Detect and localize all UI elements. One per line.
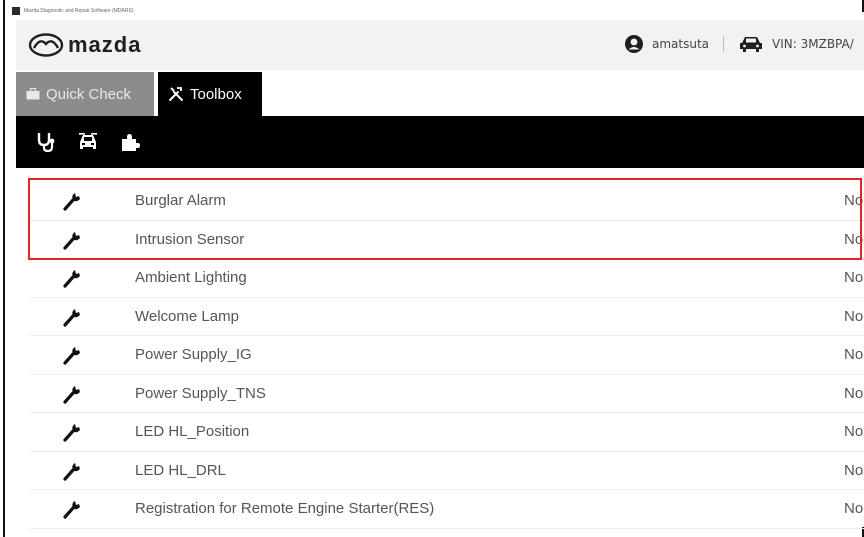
tab-quick-check[interactable]: Quick Check [16,72,154,116]
wrench-icon [63,270,80,288]
function-status: No [844,346,864,364]
function-label: Ambient Lighting [135,269,247,287]
window-title: Mazda Diagnostic and Repair Software (MD… [24,8,134,14]
frame-edge [3,0,5,537]
list-item[interactable]: Ambient Lighting No [30,259,864,298]
window-titlebar: Mazda Diagnostic and Repair Software (MD… [12,4,134,18]
username: amatsuta [652,37,710,51]
tab-label: Quick Check [46,85,132,103]
divider [723,36,725,52]
vin-label: VIN: 3MZBPA/ [772,37,854,51]
wrench-icon [63,462,80,481]
list-item[interactable]: LED HL_Position No [30,413,864,452]
function-status: No [844,384,864,402]
wrench-icon [63,501,80,519]
user-circle-icon [625,35,643,53]
tab-bar: Quick Check Toolbox [16,70,864,116]
function-label: Power Supply_TNS [135,384,266,402]
stethoscope-icon[interactable] [34,130,58,154]
list-item[interactable]: Registration for Remote Engine Starter(R… [30,490,864,529]
car-icon [740,37,763,52]
user-info: amatsuta VIN: 3MZBPA/ [624,34,854,54]
function-label: Welcome Lamp [135,307,239,325]
function-status: No [844,307,864,325]
highlight-box [28,178,862,260]
function-label: Power Supply_IG [135,346,252,364]
app-icon [12,7,20,15]
function-label: Registration for Remote Engine Starter(R… [135,500,435,518]
toolbox-toolbar [16,116,864,168]
wrench-icon [63,385,80,404]
mazda-logo: mazda [28,32,141,58]
list-item[interactable]: Power Supply_IG No [30,336,864,375]
puzzle-icon[interactable] [118,130,142,154]
wrench-icon [63,424,80,442]
function-status: No [844,423,864,441]
function-status: No [844,461,864,479]
list-item[interactable]: Power Supply_TNS No [30,375,864,413]
car-front-icon[interactable] [76,130,100,154]
briefcase-icon [26,88,40,100]
wrench-icon [63,347,80,365]
tools-icon [169,87,183,101]
function-status: No [844,500,864,518]
mazda-emblem-icon [28,33,64,57]
list-item[interactable]: Welcome Lamp No [30,298,864,336]
function-label: LED HL_Position [135,423,250,441]
brand-name: mazda [68,32,142,57]
wrench-icon [63,308,80,327]
app-header: mazda amatsuta VIN: 3MZBPA/ [16,20,864,70]
tab-toolbox[interactable]: Toolbox [158,72,262,116]
screenshot-frame: Mazda Diagnostic and Repair Software (MD… [0,0,864,537]
list-item[interactable]: LED HL_DRL No [30,452,864,490]
function-label: LED HL_DRL [135,461,226,479]
tab-label: Toolbox [190,85,242,103]
function-status: No [844,269,864,287]
